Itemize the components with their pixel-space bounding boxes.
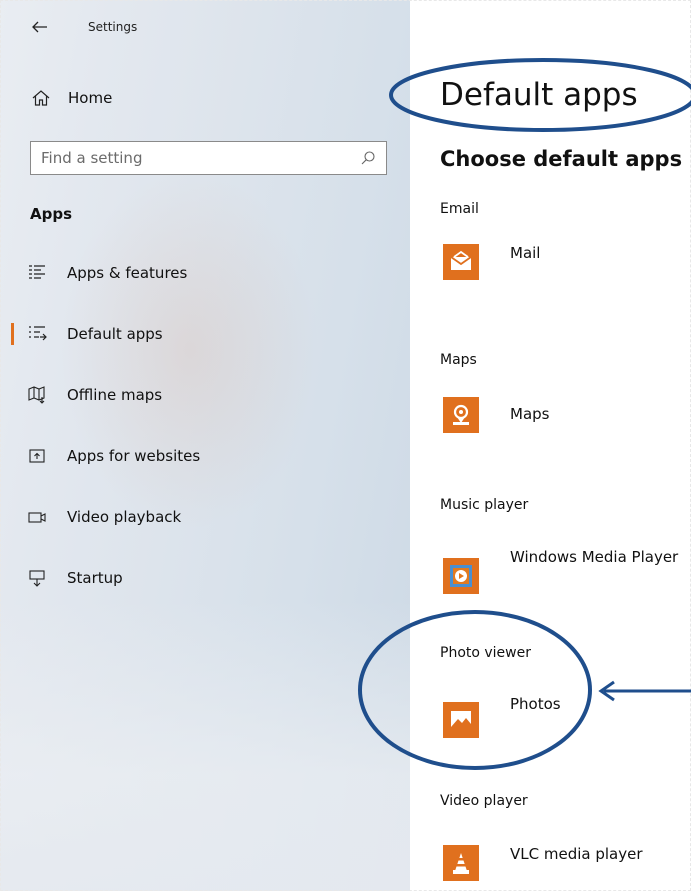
maps-icon [443,397,479,433]
search-icon[interactable] [360,150,376,166]
mail-icon [443,244,479,280]
page-subtitle: Choose default apps [440,147,683,171]
home-nav-item[interactable]: Home [30,86,112,110]
sidebar-item-startup[interactable]: Startup [0,563,400,593]
startup-icon [26,567,48,589]
default-app-button-photo-viewer[interactable]: Photos [440,695,691,755]
sidebar-item-label: Apps & features [67,264,188,282]
default-app-button-maps[interactable]: Maps [440,397,691,465]
sidebar-item-label: Offline maps [67,386,163,404]
sidebar-item-label: Default apps [67,325,163,343]
video-playback-icon [26,506,48,528]
app-name: VLC media player [510,845,643,863]
category-label-maps: Maps [440,352,477,368]
default-app-button-video-player[interactable]: VLC media player [440,845,691,891]
default-app-button-music-player[interactable]: Windows Media Player [440,548,691,608]
photos-icon [443,702,479,738]
sidebar-item-offline-maps[interactable]: Offline maps [0,380,400,410]
apps-for-websites-icon [26,445,48,467]
app-name: Photos [510,695,561,713]
sidebar-item-label: Startup [67,569,123,587]
app-name: Mail [510,244,541,262]
category-label-photo-viewer: Photo viewer [440,645,531,661]
app-name: Windows Media Player [510,548,679,566]
default-apps-page: Default apps Choose default apps Email M… [410,0,691,891]
settings-sidebar: Settings Home Apps Apps & features Defau… [0,0,410,891]
sidebar-item-label: Apps for websites [67,447,201,465]
windows-media-player-icon [443,558,479,594]
offline-maps-icon [26,384,48,406]
sidebar-item-label: Video playback [67,508,182,526]
back-arrow-icon[interactable] [30,17,50,37]
home-icon [30,87,52,109]
sidebar-item-video-playback[interactable]: Video playback [0,502,400,532]
sidebar-item-apps-for-websites[interactable]: Apps for websites [0,441,400,471]
sidebar-item-apps-features[interactable]: Apps & features [0,258,400,288]
category-label-video-player: Video player [440,793,528,809]
app-name: Maps [510,405,550,423]
section-heading-apps: Apps [30,205,73,223]
apps-features-icon [26,262,48,284]
default-apps-icon [26,323,48,345]
category-label-music-player: Music player [440,497,529,513]
vlc-icon [443,845,479,881]
category-label-email: Email [440,201,479,217]
search-box[interactable] [30,141,387,175]
search-input[interactable] [41,149,360,167]
sidebar-item-default-apps[interactable]: Default apps [0,319,400,349]
window-title: Settings [88,20,138,34]
page-title: Default apps [440,77,638,113]
home-label: Home [68,89,113,107]
selected-indicator [11,323,14,345]
default-app-button-email[interactable]: Mail [440,244,691,304]
